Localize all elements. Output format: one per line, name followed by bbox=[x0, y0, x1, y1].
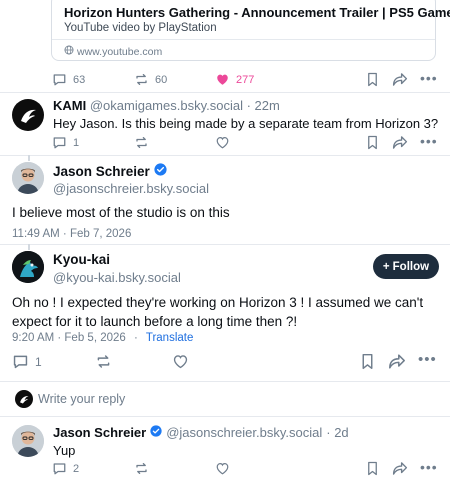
reply-icon bbox=[12, 353, 29, 370]
share-button[interactable] bbox=[392, 72, 408, 92]
more-options-icon[interactable]: ••• bbox=[418, 351, 437, 368]
reply-count: 63 bbox=[73, 73, 86, 86]
bookmark-button[interactable] bbox=[360, 353, 375, 375]
author-name[interactable]: Jason Schreier bbox=[53, 425, 146, 440]
embed-title: Horizon Hunters Gathering - Announcement… bbox=[64, 5, 450, 20]
plus-icon: + bbox=[382, 260, 390, 273]
repost-button[interactable] bbox=[95, 353, 112, 375]
author-name[interactable]: KAMI bbox=[53, 98, 86, 113]
reply-button[interactable]: 2 bbox=[52, 461, 79, 476]
reply-count: 1 bbox=[73, 136, 80, 149]
bookmark-icon bbox=[366, 461, 379, 480]
repost-icon bbox=[95, 355, 112, 374]
heart-icon bbox=[215, 463, 230, 480]
bookmark-button[interactable] bbox=[366, 461, 379, 481]
repost-button[interactable] bbox=[134, 135, 149, 155]
post-meta: 9:20 AM · Feb 5, 2026 · Translate bbox=[12, 332, 193, 344]
like-button[interactable]: 277 bbox=[215, 72, 254, 87]
reply-count: 2 bbox=[73, 462, 80, 475]
embed-divider bbox=[52, 39, 435, 40]
reply-button[interactable]: 1 bbox=[52, 135, 79, 150]
reply-button[interactable]: 63 bbox=[52, 72, 85, 87]
embed-domain: www.youtube.com bbox=[64, 45, 162, 58]
avatar bbox=[15, 390, 33, 408]
like-count: 277 bbox=[236, 73, 255, 86]
repost-icon bbox=[134, 136, 149, 154]
reply-icon bbox=[52, 72, 67, 87]
bookmark-button[interactable] bbox=[366, 72, 379, 92]
divider bbox=[0, 92, 450, 93]
post-header: KAMI @okamigames.bsky.social · 22m bbox=[53, 98, 280, 113]
share-icon bbox=[392, 73, 408, 91]
link-embed-card[interactable]: Horizon Hunters Gathering - Announcement… bbox=[51, 0, 450, 61]
share-button[interactable] bbox=[388, 353, 406, 375]
post-time[interactable]: · 2d bbox=[326, 425, 348, 440]
post-time[interactable]: · 22m bbox=[247, 98, 280, 113]
post-text: Oh no ! I expected they're working on Ho… bbox=[12, 293, 423, 331]
embed-domain-text: www.youtube.com bbox=[77, 45, 163, 58]
more-options-icon[interactable]: ••• bbox=[420, 70, 438, 86]
divider bbox=[0, 381, 450, 382]
embed-subtitle: YouTube video by PlayStation bbox=[64, 22, 217, 34]
heart-icon bbox=[172, 355, 189, 374]
share-icon bbox=[392, 462, 408, 480]
post-text: Yup bbox=[53, 443, 76, 458]
repost-icon bbox=[134, 462, 149, 480]
reply-composer-input[interactable]: Write your reply bbox=[38, 392, 125, 406]
more-options-icon[interactable]: ••• bbox=[420, 133, 438, 149]
verified-check-icon bbox=[154, 163, 167, 179]
reply-icon bbox=[52, 461, 67, 476]
reply-button[interactable]: 1 bbox=[12, 353, 42, 370]
more-options-icon[interactable]: ••• bbox=[420, 459, 438, 475]
author-name[interactable]: Kyou-kai bbox=[53, 252, 110, 267]
share-button[interactable] bbox=[392, 135, 408, 155]
meta-separator: · bbox=[134, 332, 138, 344]
like-button[interactable] bbox=[172, 353, 189, 375]
like-button[interactable] bbox=[215, 135, 230, 155]
author-name[interactable]: Jason Schreier bbox=[53, 164, 150, 179]
translate-link[interactable]: Translate bbox=[146, 332, 194, 344]
reply-icon bbox=[52, 135, 67, 150]
avatar[interactable] bbox=[12, 425, 44, 457]
like-button[interactable] bbox=[215, 461, 230, 481]
author-handle[interactable]: @kyou-kai.bsky.social bbox=[53, 270, 181, 285]
divider bbox=[0, 155, 450, 156]
share-button[interactable] bbox=[392, 461, 408, 481]
bookmark-button[interactable] bbox=[366, 135, 379, 155]
bookmark-icon bbox=[366, 135, 379, 154]
divider bbox=[0, 416, 450, 417]
reply-count: 1 bbox=[35, 354, 42, 369]
bookmark-icon bbox=[360, 353, 375, 374]
share-icon bbox=[392, 136, 408, 154]
repost-icon bbox=[134, 72, 149, 87]
avatar[interactable] bbox=[12, 99, 44, 131]
avatar[interactable] bbox=[12, 162, 44, 194]
globe-icon bbox=[64, 45, 74, 58]
thread-line bbox=[28, 244, 30, 250]
author-row: Jason Schreier bbox=[53, 163, 167, 179]
post-timestamp[interactable]: 11:49 AM · Feb 7, 2026 bbox=[12, 228, 131, 240]
post-text-line: Oh no ! I expected they're working on Ho… bbox=[12, 295, 424, 310]
thread-line bbox=[28, 155, 30, 161]
author-handle[interactable]: @jasonschreier.bsky.social bbox=[166, 425, 322, 440]
post-text-line: expect for it to launch before a long ti… bbox=[12, 314, 298, 329]
repost-count: 60 bbox=[155, 73, 168, 86]
author-handle[interactable]: @okamigames.bsky.social bbox=[90, 98, 243, 113]
share-icon bbox=[388, 354, 406, 374]
post-header: Jason Schreier @jasonschreier.bsky.socia… bbox=[53, 425, 349, 440]
verified-check-icon bbox=[150, 425, 162, 440]
follow-label: Follow bbox=[392, 260, 430, 273]
follow-button[interactable]: + Follow bbox=[373, 254, 439, 279]
heart-filled-icon bbox=[215, 72, 230, 87]
repost-button[interactable] bbox=[134, 461, 149, 481]
bookmark-icon bbox=[366, 72, 379, 91]
author-handle[interactable]: @jasonschreier.bsky.social bbox=[53, 181, 209, 196]
heart-icon bbox=[215, 137, 230, 154]
post-text: I believe most of the studio is on this bbox=[12, 205, 230, 220]
divider bbox=[0, 244, 450, 245]
repost-button[interactable]: 60 bbox=[134, 72, 167, 87]
avatar[interactable] bbox=[12, 251, 44, 283]
post-text: Hey Jason. Is this being made by a separ… bbox=[53, 116, 439, 131]
post-timestamp[interactable]: 9:20 AM · Feb 5, 2026 bbox=[12, 332, 126, 344]
